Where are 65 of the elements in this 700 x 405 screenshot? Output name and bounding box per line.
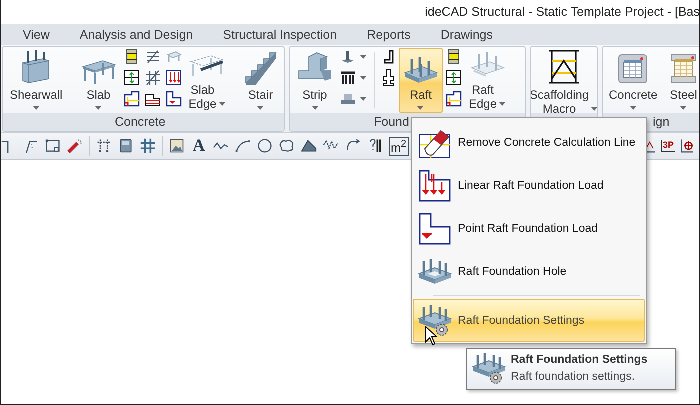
ribbon-button[interactable]: Raft (399, 48, 443, 113)
grid-points-icon[interactable] (96, 138, 112, 154)
beam-icon (124, 49, 139, 65)
caret-icon (360, 97, 367, 101)
ribbon-button[interactable]: Stair (240, 48, 282, 113)
spreadsheet-icon (617, 53, 650, 85)
caret-icon (360, 55, 367, 59)
arc-icon[interactable] (235, 138, 251, 154)
linear-load-icon (419, 170, 451, 202)
laser-icon[interactable] (67, 138, 83, 154)
group-label: ign (653, 115, 670, 129)
book-icon[interactable] (118, 138, 134, 154)
beam-footing-icon (340, 92, 356, 106)
ramp-icon[interactable] (301, 138, 317, 154)
ribbon-button[interactable]: Steel (666, 48, 699, 113)
grid-icon[interactable] (140, 138, 156, 154)
ribbon-tab[interactable]: Reports (363, 24, 415, 45)
menu-item[interactable]: Raft Foundation Hole (413, 250, 645, 293)
pier-icon (340, 50, 356, 64)
menu-item[interactable]: Raft Foundation Settings (413, 299, 645, 342)
raft-icon (403, 55, 439, 85)
beam-icon (447, 49, 461, 65)
caret-icon (360, 76, 367, 80)
grid-icon (144, 70, 161, 86)
ribbon-button[interactable]: Strip (293, 48, 337, 113)
slab-icon (166, 50, 182, 64)
raft-hole-icon (418, 258, 452, 286)
ribbon-tab[interactable]: Drawings (436, 24, 497, 45)
point-load-icon (166, 91, 182, 107)
raft-settings-icon (418, 304, 452, 336)
menu-item[interactable]: Remove Concrete Calculation Line (413, 121, 645, 164)
scaffold-icon (547, 49, 581, 85)
ribbon-button[interactable]: Slab (76, 48, 121, 113)
polyline-icon[interactable] (23, 138, 39, 154)
ribbon-tab[interactable]: Analysis and Design (76, 24, 198, 45)
group-label: Found (374, 115, 410, 129)
ribbon-button[interactable]: Raft Edge (465, 48, 510, 113)
ribbon-tab[interactable]: Structural Inspection (219, 24, 342, 45)
group-label: Concrete (115, 115, 166, 129)
raft-edge-icon (470, 50, 506, 80)
ribbon-button[interactable]: Concrete (607, 48, 660, 113)
columns-icon (340, 71, 356, 85)
ribbon-tab[interactable]: View (19, 24, 54, 45)
ribbon-button[interactable]: Shearwall (6, 48, 67, 113)
point-tool[interactable]: 3P (660, 140, 675, 152)
circle-icon[interactable] (257, 138, 273, 154)
point-load-icon (419, 212, 451, 244)
frame-icon[interactable] (45, 138, 61, 154)
tooltip-description: Raft foundation settings. (511, 370, 636, 385)
tooltip-title: Raft Foundation Settings (511, 353, 648, 368)
region-icon (446, 91, 462, 107)
corner-icon (382, 49, 396, 65)
area-tool[interactable]: m$^{2}$ (389, 136, 409, 156)
cloud-icon[interactable] (279, 138, 295, 154)
ribbon-button[interactable]: Slab Edge (184, 48, 230, 113)
target-icon[interactable] (679, 138, 695, 154)
image-icon[interactable] (169, 138, 185, 154)
text-tool[interactable]: A (191, 136, 207, 156)
region-icon (124, 91, 140, 107)
query-icon[interactable] (367, 138, 383, 154)
load-icon (166, 70, 182, 86)
menu-item[interactable]: Point Raft Foundation Load (413, 207, 645, 250)
hatch-icon (144, 50, 161, 64)
raft-settings-icon (472, 353, 506, 385)
menu-item[interactable]: Linear Raft Foundation Load (413, 164, 645, 207)
